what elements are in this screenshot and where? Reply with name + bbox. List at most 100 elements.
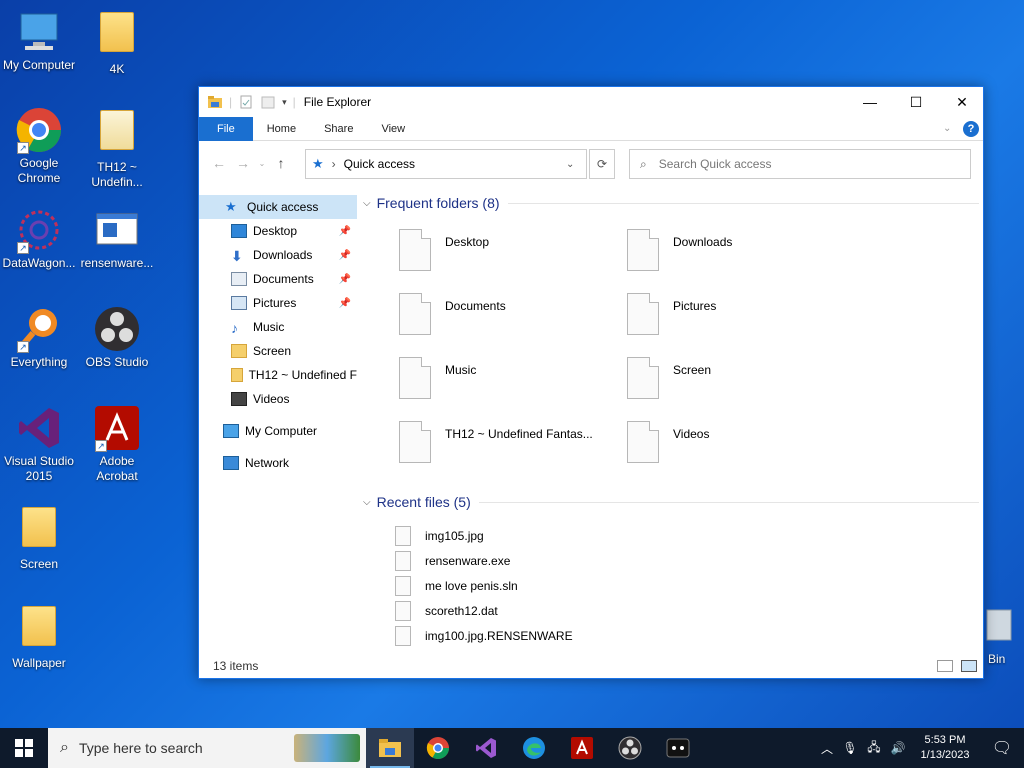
file-explorer-icon xyxy=(208,96,222,108)
desktop-icon-screen[interactable]: Screen xyxy=(0,503,78,572)
folder-tile-pictures[interactable]: Pictures xyxy=(627,293,847,343)
folder-icon xyxy=(231,344,247,358)
title-bar[interactable]: | ▾ | File Explorer — ☐ ✕ xyxy=(199,87,983,117)
taskbar-acrobat[interactable] xyxy=(558,728,606,768)
nav-label: Network xyxy=(245,456,290,470)
recent-locations-icon[interactable]: ⌄ xyxy=(255,159,269,168)
clock[interactable]: 5:53 PM 1/13/2023 xyxy=(910,733,980,763)
recent-file-item[interactable]: img100.jpg.RENSENWARE xyxy=(395,623,573,648)
back-arrow-icon[interactable]: ← xyxy=(207,155,231,171)
nav-item-videos[interactable]: Videos xyxy=(199,387,357,411)
taskbar-visual-studio[interactable] xyxy=(462,728,510,768)
nav-item-my-computer[interactable]: My Computer xyxy=(199,419,357,443)
up-arrow-icon[interactable]: ↑ xyxy=(269,155,293,171)
pin-icon[interactable]: 📌 xyxy=(339,274,351,285)
notifications-icon[interactable]: 🗨 xyxy=(980,738,1024,758)
address-dropdown-icon[interactable]: ⌄ xyxy=(566,159,574,170)
recent-file-item[interactable]: me love penis.sln xyxy=(395,573,518,598)
search-icon: ⌕ xyxy=(640,156,647,171)
address-bar[interactable]: ★ › Quick access ⌄ xyxy=(305,149,587,179)
tile-label: Documents xyxy=(445,299,506,313)
desktop-icon-rensenware[interactable]: rensenware... xyxy=(78,206,156,271)
tab-file[interactable]: File xyxy=(199,116,253,141)
desktop-icon-4k[interactable]: 4K xyxy=(78,8,156,77)
recent-files-header[interactable]: ⌵ Recent files (5) xyxy=(363,490,979,514)
tile-label: Pictures xyxy=(673,299,717,313)
ribbon-tabs: File Home Share View ⌄ ? xyxy=(199,116,983,141)
window-title: File Explorer xyxy=(303,95,372,109)
help-icon[interactable]: ? xyxy=(963,120,979,137)
details-view-icon[interactable] xyxy=(937,660,953,672)
desktop-icon-label: rensenware... xyxy=(80,256,154,270)
refresh-icon[interactable]: ⟳ xyxy=(589,149,615,179)
nav-item-screen[interactable]: Screen xyxy=(199,339,357,363)
desktop-icon-datawagon[interactable]: ↗ DataWagon... xyxy=(0,206,78,271)
nav-item-th12[interactable]: TH12 ~ Undefined F xyxy=(199,363,357,387)
nav-item-downloads[interactable]: ⬇ Downloads 📌 xyxy=(199,243,357,267)
nav-item-desktop[interactable]: Desktop 📌 xyxy=(199,219,357,243)
desktop-icon-google-chrome[interactable]: ↗ Google Chrome xyxy=(0,106,78,186)
desktop-icon-obs-studio[interactable]: OBS Studio xyxy=(78,305,156,370)
folder-tile-videos[interactable]: Videos xyxy=(627,421,847,471)
desktop-icon-my-computer[interactable]: My Computer xyxy=(0,8,78,73)
nav-item-pictures[interactable]: Pictures 📌 xyxy=(199,291,357,315)
taskbar-edge[interactable] xyxy=(510,728,558,768)
properties-icon[interactable] xyxy=(238,94,254,110)
tab-home[interactable]: Home xyxy=(253,117,310,141)
taskbar-obs[interactable] xyxy=(606,728,654,768)
recent-file-item[interactable]: scoreth12.dat xyxy=(395,598,498,623)
nav-item-network[interactable]: Network xyxy=(199,451,357,475)
breadcrumb[interactable]: Quick access xyxy=(344,157,415,171)
recent-file-item[interactable]: img105.jpg xyxy=(395,523,484,548)
new-folder-icon[interactable] xyxy=(260,94,276,110)
start-button[interactable] xyxy=(0,728,48,768)
forward-arrow-icon[interactable]: → xyxy=(231,155,255,171)
folder-tile-screen[interactable]: Screen xyxy=(627,357,847,407)
nav-item-quick-access[interactable]: ★ Quick access xyxy=(199,195,357,219)
expand-ribbon-icon[interactable]: ⌄ xyxy=(943,123,951,134)
taskbar-pluto-tv[interactable] xyxy=(654,728,702,768)
show-hidden-icons-icon[interactable]: ︿ xyxy=(816,740,838,757)
nav-item-music[interactable]: ♪ Music xyxy=(199,315,357,339)
customize-toolbar-icon[interactable]: ▾ xyxy=(282,97,287,108)
file-icon xyxy=(395,600,411,621)
desktop-icon-everything[interactable]: ↗ Everything xyxy=(0,305,78,370)
pin-icon[interactable]: 📌 xyxy=(339,298,351,309)
frequent-folders-header[interactable]: ⌵ Frequent folders (8) xyxy=(363,191,979,215)
microphone-icon[interactable]: 🎙 xyxy=(838,741,862,755)
desktop-icon-visual-studio[interactable]: Visual Studio 2015 xyxy=(0,404,78,484)
nav-item-documents[interactable]: Documents 📌 xyxy=(199,267,357,291)
pin-icon[interactable]: 📌 xyxy=(339,226,351,237)
recent-file-item[interactable]: rensenware.exe xyxy=(395,548,510,573)
tile-label: Downloads xyxy=(673,235,733,249)
desktop-icon-th12[interactable]: TH12 ~ Undefin... xyxy=(78,106,156,190)
edge-icon xyxy=(523,737,545,759)
desktop-icon-adobe-acrobat[interactable]: ↗ Adobe Acrobat xyxy=(78,404,156,484)
shortcut-arrow-icon: ↗ xyxy=(17,341,29,353)
maximize-button[interactable]: ☐ xyxy=(893,87,939,117)
taskbar-search-box[interactable]: ⌕ Type here to search xyxy=(48,728,366,768)
taskbar-chrome[interactable] xyxy=(414,728,462,768)
nav-label: My Computer xyxy=(245,424,318,438)
network-status-icon[interactable]: 🖧 xyxy=(862,738,886,759)
nav-label: Pictures xyxy=(253,296,297,310)
tab-view[interactable]: View xyxy=(367,117,419,141)
minimize-button[interactable]: — xyxy=(847,87,893,117)
folder-tile-downloads[interactable]: Downloads xyxy=(627,229,847,279)
large-icons-view-icon[interactable] xyxy=(961,660,977,672)
acrobat-icon: ↗ xyxy=(93,404,141,452)
pin-icon[interactable]: 📌 xyxy=(339,250,351,261)
desktop-icon-wallpaper[interactable]: Wallpaper xyxy=(0,602,78,671)
file-explorer-window[interactable]: | ▾ | File Explorer — ☐ ✕ File Home Shar… xyxy=(198,86,984,679)
tab-share[interactable]: Share xyxy=(310,117,367,141)
volume-icon[interactable]: 🔊 xyxy=(886,741,910,755)
folder-tile-music[interactable]: Music xyxy=(399,357,619,407)
search-input[interactable]: ⌕ Search Quick access xyxy=(629,149,971,179)
folder-tile-documents[interactable]: Documents xyxy=(399,293,619,343)
chrome-icon xyxy=(426,737,449,759)
close-button[interactable]: ✕ xyxy=(939,87,985,117)
folder-tile-th12[interactable]: TH12 ~ Undefined Fantas... xyxy=(399,421,619,471)
chrome-icon: ↗ xyxy=(15,106,63,154)
taskbar-file-explorer[interactable] xyxy=(366,728,414,768)
folder-tile-desktop[interactable]: Desktop xyxy=(399,229,619,279)
